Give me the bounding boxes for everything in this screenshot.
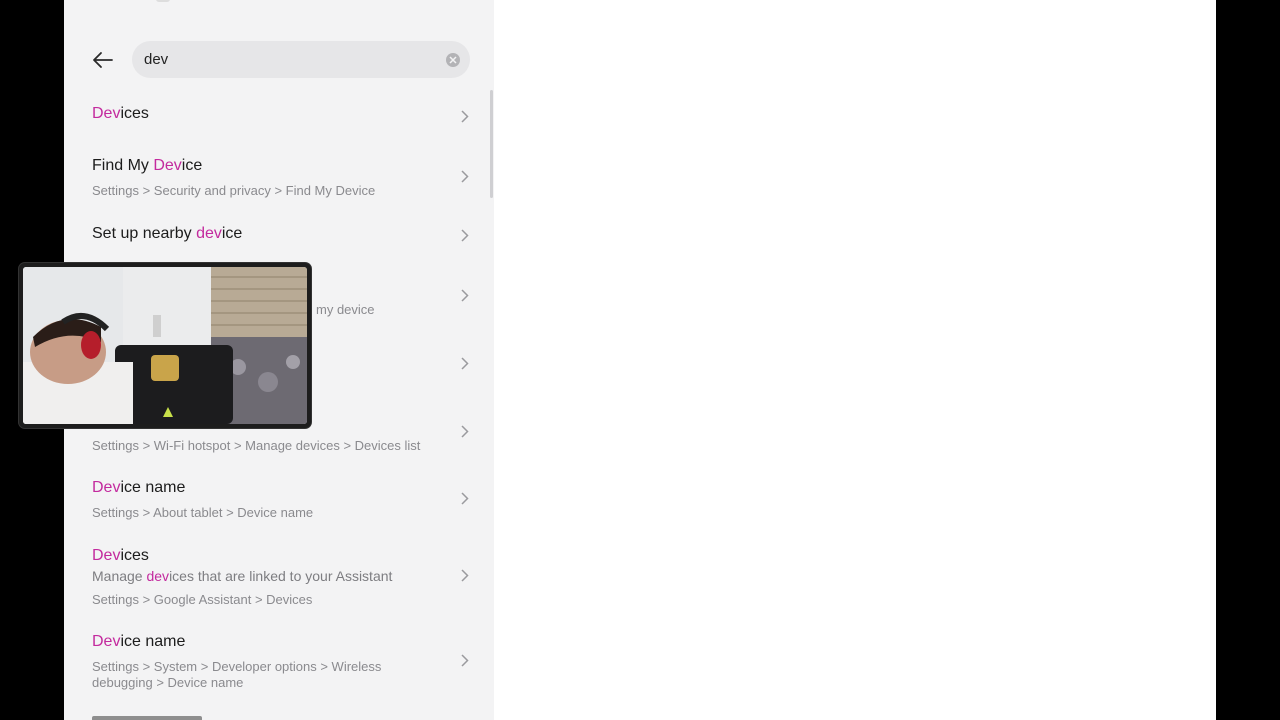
result-title: Device name xyxy=(92,479,186,496)
result-description: Manage devices that are linked to your A… xyxy=(92,568,393,584)
chevron-right-icon xyxy=(459,356,471,370)
result-path-line2: debugging > Device name xyxy=(92,675,244,690)
chevron-right-icon xyxy=(459,491,471,505)
result-path: Settings > Security and privacy > Find M… xyxy=(92,183,376,198)
result-title: Devices xyxy=(92,547,149,564)
cutoff-title-fragment xyxy=(92,716,202,720)
search-result-item[interactable]: Set up nearby device xyxy=(64,216,494,256)
webcam-overlay xyxy=(19,263,311,428)
scrollbar-thumb[interactable] xyxy=(490,90,493,198)
result-title: Devices xyxy=(92,105,149,122)
chevron-right-icon xyxy=(459,228,471,242)
result-title: Device name xyxy=(92,633,186,650)
result-path-partial: my device xyxy=(316,302,375,317)
result-path: Settings > Google Assistant > Devices xyxy=(92,592,313,607)
chevron-right-icon xyxy=(459,424,471,438)
chevron-right-icon xyxy=(459,653,471,667)
search-result-item[interactable]: Devices Manage devices that are linked t… xyxy=(64,538,494,610)
chevron-right-icon xyxy=(459,169,471,183)
webcam-video xyxy=(23,267,307,424)
chevron-right-icon xyxy=(459,568,471,582)
result-path: Settings > Wi-Fi hotspot > Manage device… xyxy=(92,438,421,453)
search-result-item[interactable]: Find My Device Settings > Security and p… xyxy=(64,148,494,204)
result-title: Find My Device xyxy=(92,157,203,174)
chevron-right-icon xyxy=(459,109,471,123)
webcam-scene-image xyxy=(23,267,307,424)
chevron-right-icon xyxy=(459,288,471,302)
search-result-item[interactable]: Devices xyxy=(64,96,494,136)
result-path: Settings > About tablet > Device name xyxy=(92,505,314,520)
result-path-line1: Settings > System > Developer options > … xyxy=(92,659,382,674)
search-result-item-cutoff[interactable] xyxy=(64,710,494,720)
search-result-item[interactable]: Device name Settings > About tablet > De… xyxy=(64,471,494,527)
result-title: Set up nearby device xyxy=(92,225,243,242)
search-result-item[interactable]: Device name Settings > System > Develope… xyxy=(64,624,494,696)
detail-pane xyxy=(494,0,1216,720)
